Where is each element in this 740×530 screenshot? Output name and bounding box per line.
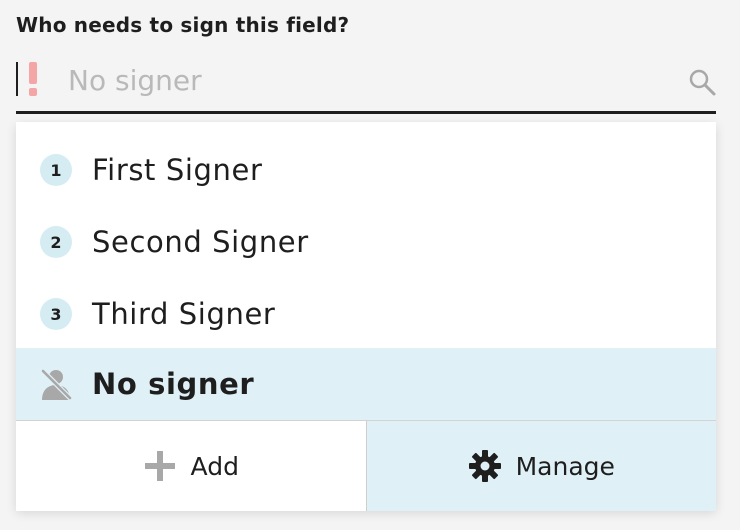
signer-search-field[interactable] [16,50,716,114]
plus-icon [144,451,175,481]
manage-button-label: Manage [515,451,615,481]
field-label: Who needs to sign this field? [16,13,350,37]
signer-number-badge: 3 [40,298,72,330]
signer-search-input[interactable] [68,58,628,102]
add-signer-button[interactable]: Add [16,421,366,511]
no-signer-icon [40,368,73,401]
option-label: Second Signer [92,225,309,259]
signer-number-badge: 2 [40,226,72,258]
dropdown-footer: Add Manage [16,420,716,511]
option-label: Third Signer [92,297,276,331]
gear-icon [468,450,501,482]
search-icon[interactable] [688,68,716,96]
exclamation-icon [29,62,37,96]
text-caret [16,62,18,96]
option-second-signer[interactable]: 2 Second Signer [16,206,716,278]
add-button-label: Add [190,451,239,481]
option-first-signer[interactable]: 1 First Signer [16,134,716,206]
manage-signers-button[interactable]: Manage [365,421,716,511]
option-no-signer[interactable]: No signer [16,348,716,420]
signer-number-badge: 1 [40,154,72,186]
option-label: No signer [92,367,255,401]
signer-dropdown: 1 First Signer 2 Second Signer 3 Third S… [16,122,716,511]
option-third-signer[interactable]: 3 Third Signer [16,278,716,350]
option-label: First Signer [92,153,263,187]
